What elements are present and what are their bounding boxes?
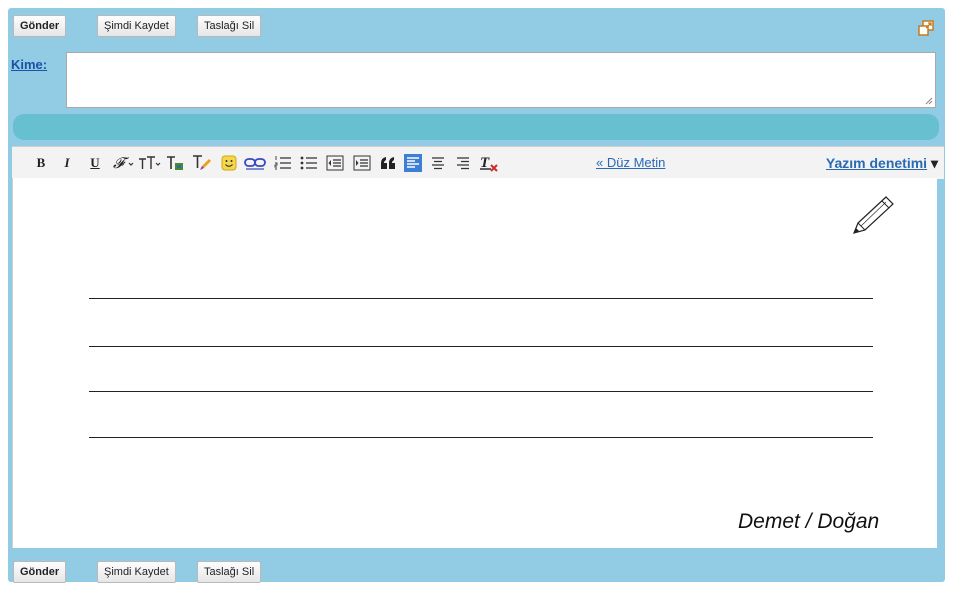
popout-icon[interactable]	[918, 20, 934, 36]
message-body[interactable]: Demet / Doğan	[12, 178, 937, 548]
align-center-icon[interactable]	[430, 155, 446, 171]
signature-text: Demet / Doğan	[738, 510, 880, 533]
highlight-color-icon[interactable]	[192, 154, 212, 172]
italic-icon[interactable]: I	[60, 147, 74, 179]
emoji-icon[interactable]	[221, 155, 237, 171]
save-now-button[interactable]: Şimdi Kaydet	[97, 15, 176, 37]
spellcheck-label: Yazım denetimi	[825, 155, 928, 171]
svg-text:𝓕: 𝓕	[113, 156, 130, 171]
send-button[interactable]: Gönder	[13, 15, 67, 37]
subject-bar	[13, 114, 939, 140]
writing-line	[89, 298, 873, 299]
numbered-list-icon[interactable]	[274, 155, 292, 171]
formatting-toolbar: B I U 𝓕 T « Düz Metin Yazım denetimi ▾	[12, 146, 944, 179]
discard-draft-button-bottom[interactable]: Taslağı Sil	[197, 561, 262, 583]
bulleted-list-icon[interactable]	[300, 155, 318, 171]
to-label[interactable]: Kime:	[11, 57, 47, 72]
discard-draft-button[interactable]: Taslağı Sil	[197, 15, 262, 37]
quote-icon[interactable]	[380, 156, 396, 170]
pencil-icon	[852, 196, 894, 234]
outdent-icon[interactable]	[326, 155, 344, 171]
underline-icon[interactable]: U	[88, 147, 102, 179]
chevron-down-icon: ▾	[930, 155, 938, 171]
remove-formatting-icon[interactable]: T	[479, 154, 499, 172]
align-left-icon[interactable]	[404, 154, 422, 172]
link-icon[interactable]	[244, 156, 266, 170]
writing-line	[89, 391, 873, 392]
writing-line	[89, 346, 873, 347]
plain-text-link[interactable]: « Düz Metin	[596, 155, 665, 170]
spellcheck-menu[interactable]: Yazım denetimi ▾	[826, 155, 938, 172]
align-right-icon[interactable]	[455, 155, 471, 171]
font-icon[interactable]: 𝓕	[112, 155, 136, 171]
to-field[interactable]	[66, 52, 936, 108]
indent-icon[interactable]	[353, 155, 371, 171]
resize-grip-icon[interactable]	[925, 97, 933, 105]
send-button-bottom[interactable]: Gönder	[13, 561, 67, 583]
save-now-button-bottom[interactable]: Şimdi Kaydet	[97, 561, 176, 583]
font-size-icon[interactable]	[138, 155, 162, 171]
bold-icon[interactable]: B	[34, 147, 48, 179]
writing-line	[89, 437, 873, 438]
text-color-icon[interactable]	[166, 155, 184, 171]
